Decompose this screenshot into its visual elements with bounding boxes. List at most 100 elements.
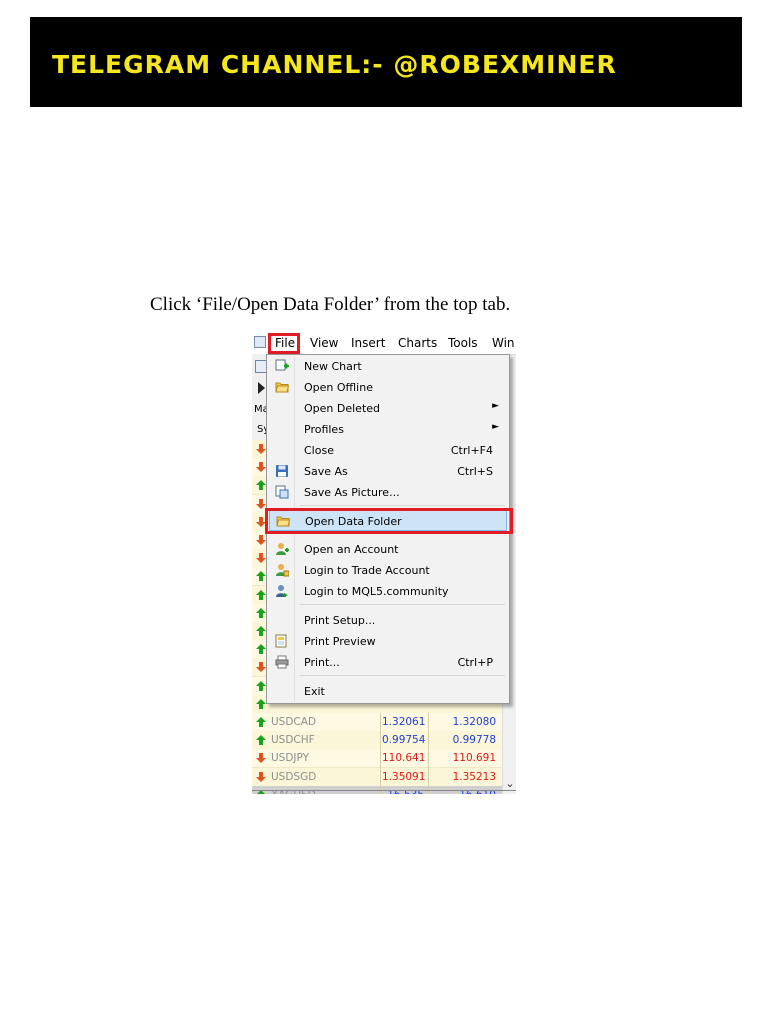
row-symbol: USDCHF [271,734,315,747]
menu-item-label: Close [304,444,334,457]
row-symbol: USDCAD [271,716,317,728]
arrow-down-icon [256,753,266,764]
table-row[interactable]: USDCHF 0.99754 0.99778 [252,731,502,751]
row-bid: 1.35091 [382,770,426,783]
column-divider [380,767,381,787]
menu-item-label: Open Deleted [304,402,381,415]
menu-item-print[interactable]: Print... Ctrl+P [269,652,507,673]
menu-item-open-an-account[interactable]: Open an Account [269,539,507,560]
menu-item-label: Profiles [304,423,344,436]
login-icon [275,563,290,577]
new-chart-icon [275,359,289,373]
menu-bar: File View Insert Charts Tools Win [252,332,516,355]
table-row[interactable]: USDCAD 1.32061 1.32080 [252,713,502,732]
menu-item-open-offline[interactable]: Open Offline [269,377,507,398]
menu-item-label: Login to MQL5.community [304,585,449,598]
menu-separator [300,505,505,506]
column-divider [428,767,429,787]
row-bid: 110.641 [382,752,426,765]
menu-item-print-setup[interactable]: Print Setup... [269,610,507,631]
column-divider [380,731,381,751]
menu-item-label: Open Offline [304,381,373,394]
arrow-up-icon [256,717,266,727]
menu-item-label: New Chart [304,360,362,373]
arrow-up-icon [256,589,266,600]
menu-item-open-deleted[interactable]: Open Deleted ► [269,398,507,419]
app-icon [254,336,266,348]
menu-item-shortcut: Ctrl+S [457,465,493,478]
printer-icon [275,655,289,669]
arrow-up-icon [256,735,266,746]
arrow-down-icon [256,444,266,454]
column-divider [380,713,381,732]
menu-item-new-chart[interactable]: New Chart [269,356,507,377]
menu-item-label: Exit [304,685,325,698]
arrow-up-icon [256,644,266,655]
chevron-down-icon[interactable]: ⌄ [503,777,516,790]
menu-item-profiles[interactable]: Profiles ► [269,419,507,440]
row-ask: 1.32080 [452,716,496,728]
arrow-up-icon [256,698,266,709]
menu-item-label: Save As Picture... [304,486,400,499]
menu-item-label: Print Setup... [304,614,376,627]
menu-window[interactable]: Win [492,336,515,350]
menu-item-login-to-trade-account[interactable]: Login to Trade Account [269,560,507,581]
metatrader-screenshot: File View Insert Charts Tools Win Ma Sy … [252,332,516,794]
arrow-up-icon [256,571,266,582]
arrow-up-icon [256,607,266,618]
row-symbol: USDJPY [271,752,310,765]
column-divider [428,749,429,769]
folder-icon [275,380,290,394]
file-highlight-box [268,333,300,354]
row-ask: 1.35213 [452,770,496,783]
arrow-down-icon [256,462,266,473]
account-icon [275,542,289,556]
column-divider [380,749,381,769]
row-bid: 0.99754 [382,734,426,747]
arrow-up-icon [256,626,266,636]
arrow-down-icon [256,771,266,782]
column-divider [428,731,429,751]
arrow-down-icon [256,553,266,564]
menu-item-shortcut: Ctrl+P [457,656,493,669]
menu-insert[interactable]: Insert [351,336,385,350]
open-data-folder-highlight-box [265,508,513,534]
menu-item-close[interactable]: Close Ctrl+F4 [269,440,507,461]
menu-item-label: Print... [304,656,340,669]
menu-item-exit[interactable]: Exit [269,681,507,702]
menu-charts[interactable]: Charts [398,336,437,350]
row-ask: 0.99778 [452,734,496,747]
row-symbol: USDSGD [271,770,317,783]
menu-item-shortcut: Ctrl+F4 [450,444,493,457]
arrow-up-icon [256,680,266,691]
menu-separator [300,604,505,605]
banner-text: TELEGRAM CHANNEL:- @ROBEXMINER [52,50,617,79]
save-icon [275,464,289,478]
menu-item-print-preview[interactable]: Print Preview [269,631,507,652]
table-row[interactable]: USDJPY 110.641 110.691 [252,749,502,769]
instruction-text: Click ‘File/Open Data Folder’ from the t… [150,294,511,315]
panel-bottom-edge [252,790,516,794]
picture-icon [275,485,289,499]
menu-item-label: Open an Account [304,543,399,556]
column-divider [428,713,429,732]
menu-item-label: Print Preview [304,635,376,648]
arrow-down-icon [256,662,266,673]
community-icon [275,584,289,598]
submenu-arrow-icon: ► [492,422,499,432]
telegram-banner: TELEGRAM CHANNEL:- @ROBEXMINER [30,17,742,107]
menu-item-save-as-picture[interactable]: Save As Picture... [269,482,507,503]
submenu-arrow-icon: ► [492,401,499,411]
menu-view[interactable]: View [310,336,338,350]
arrow-down-icon [256,535,266,545]
menu-item-label: Login to Trade Account [304,564,430,577]
row-ask: 110.691 [452,752,496,765]
print-preview-icon [275,634,289,648]
menu-tools[interactable]: Tools [448,336,478,350]
menu-item-save-as[interactable]: Save As Ctrl+S [269,461,507,482]
play-icon[interactable] [258,382,265,394]
menu-separator [300,675,505,676]
table-row[interactable]: USDSGD 1.35091 1.35213 [252,767,502,787]
menu-item-login-to-mql5-community[interactable]: Login to MQL5.community [269,581,507,602]
menu-item-label: Save As [304,465,348,478]
